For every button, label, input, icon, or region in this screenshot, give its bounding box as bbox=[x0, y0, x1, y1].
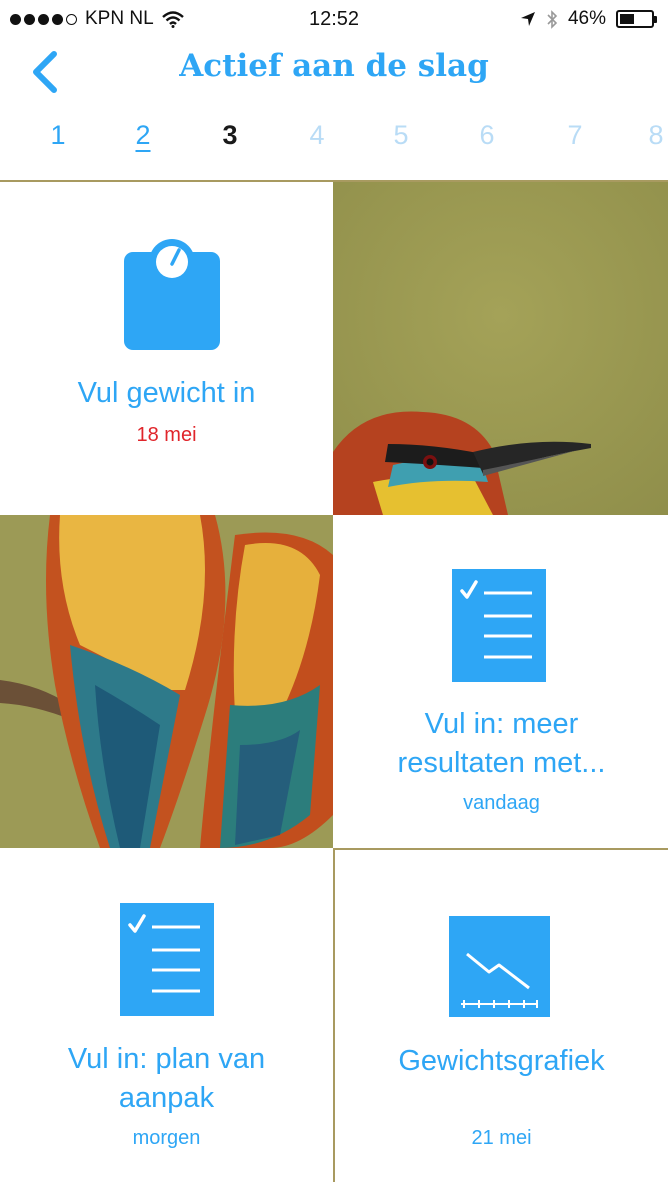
scale-icon bbox=[124, 239, 220, 350]
bird-photo-top bbox=[333, 182, 668, 515]
tab-week-6[interactable]: 6 bbox=[467, 120, 507, 151]
checklist-icon bbox=[452, 569, 546, 682]
navigation-bar: Actief aan de slag bbox=[0, 38, 668, 100]
checklist-icon bbox=[120, 903, 214, 1016]
results-tile-date: vandaag bbox=[463, 792, 540, 814]
tab-week-1[interactable]: 1 bbox=[38, 120, 78, 151]
plan-tile-label-line2: aanpak bbox=[118, 1082, 215, 1114]
status-bar: KPN NL 12:52 46% bbox=[0, 0, 668, 38]
weight-tile-label: Vul gewicht in bbox=[77, 377, 256, 409]
plan-tile[interactable]: Vul in: plan van aanpak morgen bbox=[0, 850, 333, 1182]
results-tile-label-line1: Vul in: meer bbox=[424, 708, 579, 740]
plan-tile-date: morgen bbox=[132, 1127, 201, 1149]
weight-tile-date: 18 mei bbox=[136, 424, 197, 446]
tab-week-2[interactable]: 2 bbox=[123, 120, 163, 151]
graph-tile-label: Gewichtsgrafiek bbox=[398, 1045, 605, 1077]
results-tile[interactable]: Vul in: meer resultaten met... vandaag bbox=[335, 515, 668, 848]
graph-tile[interactable]: Gewichtsgrafiek 21 mei bbox=[335, 850, 668, 1182]
location-arrow-icon bbox=[520, 12, 535, 26]
weight-tile[interactable]: Vul gewicht in 18 mei bbox=[0, 182, 333, 515]
tab-week-5[interactable]: 5 bbox=[381, 120, 421, 151]
status-right: 46% bbox=[520, 8, 657, 30]
tab-week-3[interactable]: 3 bbox=[210, 120, 250, 151]
bird-photo-bottom bbox=[0, 515, 333, 848]
plan-tile-label-line1: Vul in: plan van bbox=[67, 1043, 266, 1075]
tab-week-4[interactable]: 4 bbox=[297, 120, 337, 151]
page-title: Actief aan de slag bbox=[179, 48, 489, 84]
battery-icon bbox=[616, 10, 657, 28]
tab-week-7[interactable]: 7 bbox=[555, 120, 595, 151]
tab-week-8[interactable]: 8 bbox=[636, 120, 668, 151]
week-tabs: 1 2 3 4 5 6 7 8 bbox=[0, 120, 668, 160]
battery-percentage: 46% bbox=[567, 8, 606, 29]
graph-tile-date: 21 mei bbox=[471, 1127, 532, 1149]
line-graph-icon bbox=[449, 916, 550, 1017]
results-tile-label-line2: resultaten met... bbox=[397, 747, 606, 779]
battery-level bbox=[620, 14, 634, 24]
bluetooth-icon bbox=[547, 9, 558, 29]
